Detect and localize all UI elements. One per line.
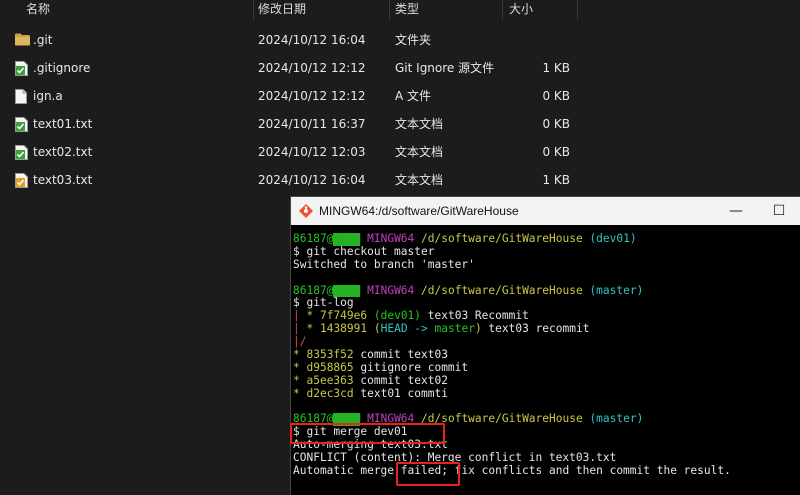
git-log-line: * d2ec3cd text01 commti: [293, 387, 448, 400]
column-divider[interactable]: [389, 0, 390, 20]
file-date: 2024/10/12 16:04: [258, 33, 366, 47]
terminal-title: MINGW64:/d/software/GitWareHouse: [319, 204, 519, 218]
output-line: Switched to branch 'master': [293, 258, 475, 271]
git-conflict-file-icon: [15, 173, 29, 188]
output-line: CONFLICT (content): Merge conflict in te…: [293, 452, 617, 465]
git-log-line: * 8353f52 commit text03: [293, 349, 448, 362]
file-type: 文本文档: [395, 173, 444, 187]
file-type: 文件夹: [395, 33, 432, 47]
file-date: 2024/10/12 12:12: [258, 89, 366, 103]
command-line: $ git checkout master: [293, 245, 435, 258]
command-line: $ git-log: [293, 297, 354, 310]
git-log-line: | * 1438991 (HEAD -> master) text03 reco…: [293, 323, 590, 336]
column-divider[interactable]: [577, 0, 578, 20]
file-date: 2024/10/12 16:04: [258, 173, 366, 187]
file-name: text01.txt: [33, 117, 93, 131]
highlight-failed-word: [396, 462, 460, 486]
file-type: 文本文档: [395, 145, 444, 159]
minimize-button[interactable]: —: [716, 197, 756, 225]
git-file-icon: [15, 61, 29, 76]
file-size: 0 KB: [542, 89, 570, 103]
column-header-type[interactable]: 类型: [395, 0, 419, 20]
file-row[interactable]: text03.txt 2024/10/12 16:04 文本文档 1 KB: [0, 166, 800, 194]
highlight-merge-command: [290, 423, 445, 444]
terminal-titlebar[interactable]: MINGW64:/d/software/GitWareHouse — ☐: [291, 197, 800, 225]
file-date: 2024/10/12 12:12: [258, 61, 366, 75]
git-file-icon: [15, 117, 29, 132]
file-size: 1 KB: [542, 61, 570, 75]
maximize-button[interactable]: ☐: [759, 197, 799, 225]
file-name: ign.a: [33, 89, 63, 103]
file-type: A 文件: [395, 89, 432, 103]
file-name: text02.txt: [33, 145, 93, 159]
column-header-name[interactable]: 名称: [26, 0, 50, 20]
file-row[interactable]: .gitignore 2024/10/12 12:12 Git Ignore 源文件…: [0, 54, 800, 82]
prompt-line: 86187@▒▒▒▒ MINGW64 /d/software/GitWareHo…: [293, 284, 644, 298]
column-divider[interactable]: [502, 0, 503, 20]
file-icon: [15, 89, 29, 104]
file-size: 0 KB: [542, 117, 570, 131]
file-type: Git Ignore 源文件: [395, 61, 495, 75]
terminal-output[interactable]: 86187@▒▒▒▒ MINGW64 /d/software/GitWareHo…: [293, 233, 798, 495]
git-log-line: * d958865 gitignore commit: [293, 361, 469, 374]
file-row[interactable]: text02.txt 2024/10/12 12:03 文本文档 0 KB: [0, 138, 800, 166]
column-header-size[interactable]: 大小: [509, 0, 533, 20]
git-log-line: |/: [293, 336, 307, 349]
file-size: 0 KB: [542, 145, 570, 159]
prompt-line: 86187@▒▒▒▒ MINGW64 /d/software/GitWareHo…: [293, 233, 637, 246]
git-file-icon: [15, 145, 29, 160]
file-row[interactable]: text01.txt 2024/10/11 16:37 文本文档 0 KB: [0, 110, 800, 138]
column-header-date[interactable]: 修改日期: [258, 0, 306, 20]
git-log-line: | * 7f749e6 (dev01) text03 Recommit: [293, 310, 529, 323]
git-log-line: * a5ee363 commit text02: [293, 374, 448, 387]
file-row[interactable]: ign.a 2024/10/12 12:12 A 文件 0 KB: [0, 82, 800, 110]
column-divider[interactable]: [253, 0, 254, 20]
folder-icon: [15, 33, 30, 48]
output-line: Automatic merge failed; fix conflicts an…: [293, 465, 731, 478]
file-name: text03.txt: [33, 173, 93, 187]
column-header-bar: 名称 修改日期 类型 大小: [0, 0, 800, 22]
file-name: .git: [33, 33, 53, 47]
git-bash-icon: [299, 204, 313, 218]
file-size: 1 KB: [542, 173, 570, 187]
terminal-window[interactable]: MINGW64:/d/software/GitWareHouse — ☐ 861…: [290, 196, 800, 495]
file-date: 2024/10/11 16:37: [258, 117, 366, 131]
file-date: 2024/10/12 12:03: [258, 145, 366, 159]
file-type: 文本文档: [395, 117, 444, 131]
file-name: .gitignore: [33, 61, 91, 75]
file-row[interactable]: .git 2024/10/12 16:04 文件夹: [0, 26, 800, 54]
